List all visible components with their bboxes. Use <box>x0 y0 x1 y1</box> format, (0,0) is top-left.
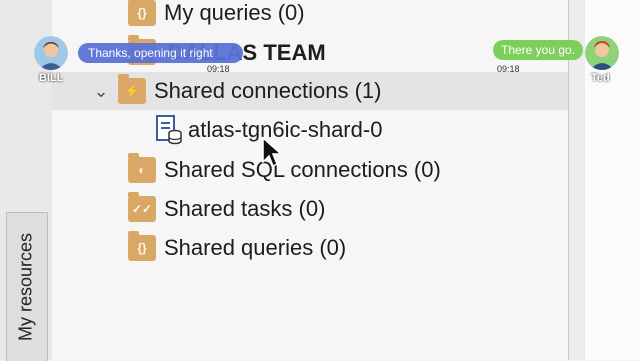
tree-item-shared-sql-connections[interactable]: ◐ Shared SQL connections (0) <box>128 151 441 189</box>
database-connection-icon <box>156 115 182 145</box>
sql-connections-folder-icon: ◐ <box>128 153 156 183</box>
chat-message-right: There you go. <box>501 43 576 57</box>
chat-message-left: Thanks, opening it right <box>88 46 213 60</box>
avatar-right <box>585 36 619 70</box>
tasks-folder-icon: ✓✓ <box>128 192 156 222</box>
avatar-left <box>34 36 68 70</box>
chat-time-right: 09:18 <box>497 64 520 74</box>
tree-item-label: Shared tasks (0) <box>164 196 326 221</box>
tree-item-shared-tasks[interactable]: ✓✓ Shared tasks (0) <box>128 190 325 228</box>
tree-item-label: My queries (0) <box>164 0 305 25</box>
mouse-cursor-icon <box>262 136 281 168</box>
connections-folder-icon: ⚡ <box>118 74 146 104</box>
tree-item-shared-connections[interactable]: ⌄ ⚡ Shared connections (1) <box>52 72 568 110</box>
chat-bubble-left: Thanks, opening it right <box>78 43 243 63</box>
chat-user-left: BILL <box>39 72 64 84</box>
chat-user-right: Ted <box>591 72 610 84</box>
chat-bubble-right: There you go. <box>493 40 584 60</box>
tree-item-shared-queries[interactable]: {} Shared queries (0) <box>128 229 346 267</box>
tree-item-label: Shared connections (1) <box>154 78 382 103</box>
tree-item-label: Shared SQL connections (0) <box>164 157 441 182</box>
connection-name: atlas-tgn6ic-shard-0 <box>188 117 383 142</box>
chevron-down-icon[interactable]: ⌄ <box>90 81 112 102</box>
tree-item-my-queries[interactable]: {} My queries (0) <box>128 0 305 32</box>
queries-folder-icon: {} <box>128 0 156 26</box>
my-resources-tab-label: My resources <box>15 232 36 342</box>
tree-item-label: Shared queries (0) <box>164 235 347 260</box>
chat-time-left: 09:18 <box>207 64 230 74</box>
shared-queries-folder-icon: {} <box>128 231 156 261</box>
